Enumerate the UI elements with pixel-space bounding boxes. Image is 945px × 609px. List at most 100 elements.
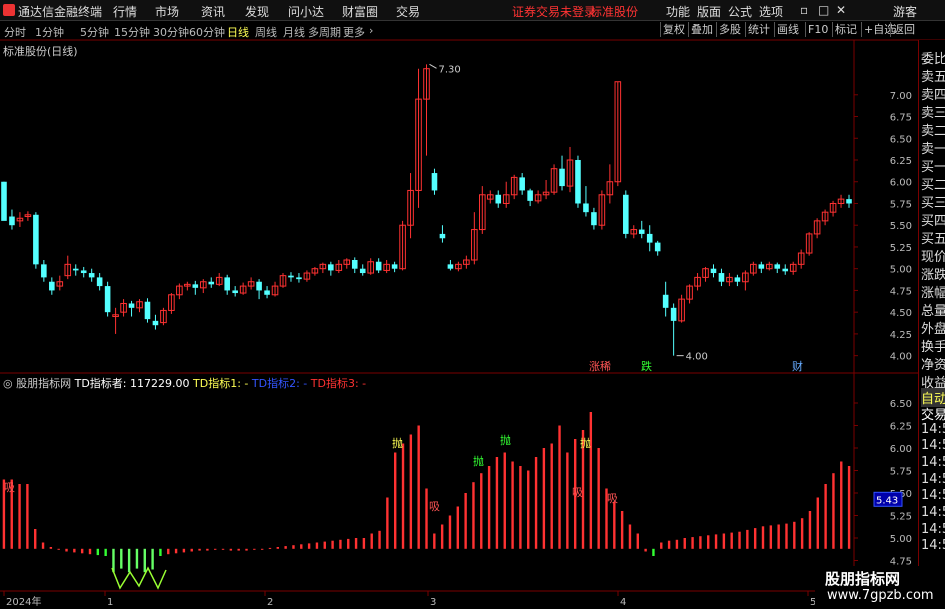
back-button[interactable]: 返回 <box>890 22 917 37</box>
indicator-bar <box>519 466 522 549</box>
tab-15min[interactable]: 15分钟 <box>114 24 150 40</box>
tab-5min[interactable]: 5分钟 <box>80 24 109 40</box>
indicator-bar <box>816 497 819 549</box>
candle-body <box>758 264 765 269</box>
price-tick-label: 4.00 <box>890 352 912 363</box>
minimize-icon[interactable]: ▫ <box>800 3 808 17</box>
indicator-bar <box>785 523 788 549</box>
price-axis: 7.00 6.75 6.50 6.25 6.00 5.75 5.50 5.25 5.00 4.75… <box>854 91 912 363</box>
tab-intraday[interactable]: 分时 <box>4 24 26 40</box>
indicator-bar <box>480 473 483 549</box>
f10-button[interactable]: F10 <box>805 22 830 37</box>
menu-item-function[interactable]: 功能 <box>666 3 690 20</box>
menu-item-ask[interactable]: 问小达 <box>288 3 324 20</box>
side-panel-label: 卖五 <box>921 70 945 85</box>
indicator-bar <box>808 511 812 549</box>
chart-area[interactable]: 7.00 6.75 6.50 6.25 6.00 5.75 5.50 5.25 5.00 4.75… <box>0 40 918 609</box>
indicator-bar <box>675 539 679 549</box>
signal-label: 吸 <box>429 500 440 513</box>
close-icon[interactable]: ✕ <box>836 3 846 17</box>
indicator-bar <box>41 542 45 549</box>
indicator-bars <box>2 412 851 590</box>
indicator-bar <box>840 461 843 549</box>
tab-multi-period[interactable]: 多周期 <box>308 24 341 40</box>
side-panel-label: 14:56 <box>921 438 945 453</box>
side-panel-label: 买三 <box>921 196 945 211</box>
side-panel-label: 买四 <box>921 214 945 229</box>
signal-label: 抛 <box>580 436 591 450</box>
candle-body <box>33 214 39 265</box>
menu-item-news[interactable]: 资讯 <box>201 3 225 20</box>
mark-button[interactable]: 标记 <box>832 22 859 37</box>
overlay-button[interactable]: 叠加 <box>688 22 715 37</box>
indicator-bar <box>268 547 272 549</box>
tab-more[interactable]: 更多 <box>343 24 365 40</box>
indicator-name: 股朋指标网 <box>16 377 72 390</box>
menu-item-wealth[interactable]: 财富圈 <box>342 3 378 20</box>
tab-daily[interactable]: 日线 <box>227 24 249 40</box>
indicator-bar <box>214 548 217 550</box>
date-axis: 2024年 1 2 3 4 5 <box>3 591 816 608</box>
indicator-settings-icon[interactable]: ◎ <box>3 377 13 390</box>
indicator-title: ◎ 股朋指标网 TD指标者: 117229.00 TD指标1: - TD指标2:… <box>3 375 366 391</box>
menu-item-formula[interactable]: 公式 <box>728 3 752 20</box>
indicator-bar <box>425 488 428 549</box>
indicator-bar <box>237 548 240 551</box>
menu-item-options[interactable]: 选项 <box>759 3 783 20</box>
tab-weekly[interactable]: 周线 <box>255 24 277 40</box>
candle-body <box>638 229 645 234</box>
side-panel-label: 买二 <box>921 178 945 193</box>
multi-stock-button[interactable]: 多股 <box>716 22 743 37</box>
chevron-right-icon[interactable]: › <box>369 24 373 37</box>
event-tag: 涨稀 <box>589 360 611 373</box>
indicator-bar <box>57 548 60 550</box>
indicator-bar <box>409 434 413 549</box>
stats-button[interactable]: 统计 <box>745 22 772 37</box>
low-label: 4.00 <box>686 352 708 363</box>
tab-30min[interactable]: 30分钟 <box>153 24 189 40</box>
candle-body <box>104 286 111 313</box>
menu-item-trade[interactable]: 交易 <box>396 3 420 20</box>
indicator-bar <box>362 538 366 549</box>
candle-body <box>710 268 717 274</box>
login-warning[interactable]: 证券交易未登录 <box>512 3 596 20</box>
candle-body <box>575 160 581 204</box>
indicator-bar <box>307 543 311 549</box>
side-panel-label: 14:56 <box>921 522 945 537</box>
indicator-bar <box>589 412 593 549</box>
tab-60min[interactable]: 60分钟 <box>189 24 225 40</box>
side-panel-label: 委比 <box>921 52 945 67</box>
indicator-bar <box>542 448 546 549</box>
candle-body <box>391 264 398 269</box>
menu-item-layout[interactable]: 版面 <box>697 3 721 20</box>
candle-body <box>583 203 589 213</box>
indicator-bar <box>683 538 686 549</box>
event-tag: 跌 <box>641 359 652 373</box>
guest-label[interactable]: 游客 <box>893 3 917 20</box>
indicator-bar <box>777 524 780 549</box>
tab-1min[interactable]: 1分钟 <box>35 24 64 40</box>
draw-line-button[interactable]: 画线 <box>774 22 801 37</box>
indicator-bar <box>730 532 733 549</box>
indicator-bar <box>386 497 389 549</box>
adjust-button[interactable]: 复权 <box>660 22 687 37</box>
menu-item-market[interactable]: 市场 <box>155 3 179 20</box>
indicator-bar <box>18 484 21 549</box>
side-panel-label: 涨幅 <box>921 286 945 301</box>
menu-item-quotes[interactable]: 行情 <box>113 3 137 20</box>
candle-body <box>654 242 661 252</box>
menu-item-discover[interactable]: 发现 <box>245 3 269 20</box>
td-line2: TD指标2: - <box>251 377 308 390</box>
candle-body <box>96 277 103 287</box>
side-panel-label: 涨跌 <box>921 268 945 283</box>
restore-icon[interactable]: □ <box>818 3 829 17</box>
indicator-bar <box>347 538 350 549</box>
indicator-bar <box>401 443 405 549</box>
indicator-bar <box>143 548 146 573</box>
candle-body <box>662 294 669 308</box>
indicator-bar <box>73 548 76 553</box>
indicator-bar <box>120 548 123 569</box>
tab-monthly[interactable]: 月线 <box>283 24 305 40</box>
event-tag: 财 <box>792 359 803 373</box>
indicator-bar <box>566 452 569 549</box>
